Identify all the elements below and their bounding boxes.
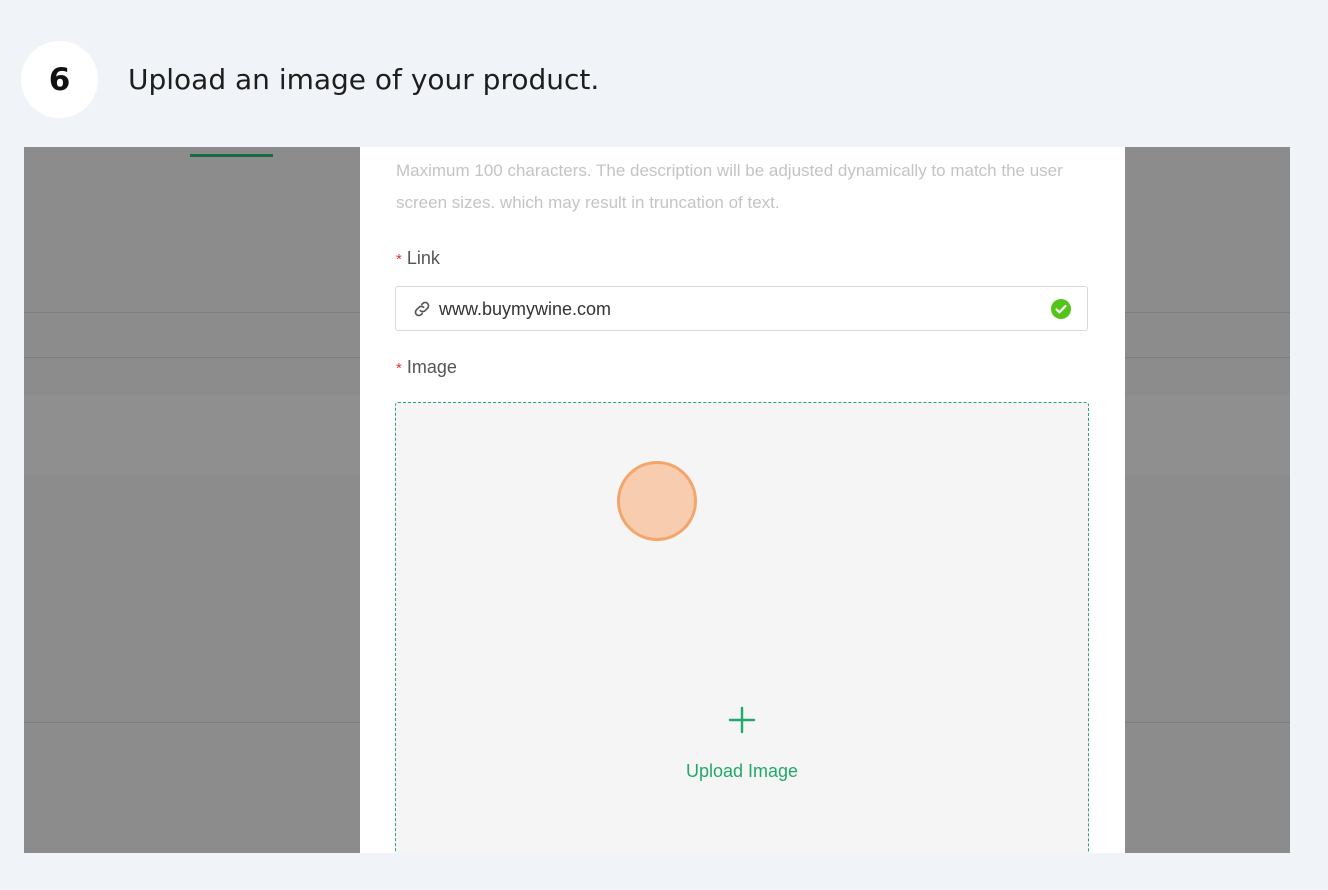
image-upload-dropzone[interactable]: Upload Image <box>395 402 1089 853</box>
background-row <box>24 395 360 475</box>
link-field-label: * Link <box>396 246 440 272</box>
step-number-badge: 6 <box>21 41 98 118</box>
step-title: Upload an image of your product. <box>128 63 600 96</box>
image-label-text: Image <box>406 357 457 377</box>
background-divider <box>1125 312 1290 313</box>
plus-icon <box>728 706 756 734</box>
image-field-label: * Image <box>396 355 457 381</box>
link-icon <box>414 301 430 317</box>
product-form-modal: Maximum 100 characters. The description … <box>360 147 1125 853</box>
upload-image-label[interactable]: Upload Image <box>396 759 1088 783</box>
step-card: 6 Upload an image of your product. Maxim… <box>0 0 1328 890</box>
link-input-value: www.buymywine.com <box>439 299 612 319</box>
required-mark: * <box>396 251 402 268</box>
required-mark: * <box>396 360 402 377</box>
background-divider <box>24 722 360 723</box>
background-divider <box>1125 357 1290 358</box>
description-helper-text: Maximum 100 characters. The description … <box>396 161 1063 212</box>
link-label-text: Link <box>406 248 440 268</box>
step-number: 6 <box>48 61 71 98</box>
background-divider <box>1125 722 1290 723</box>
background-row <box>1125 395 1290 475</box>
background-active-tab-indicator <box>190 154 273 157</box>
background-divider <box>24 357 360 358</box>
check-circle-icon <box>1051 299 1071 319</box>
background-divider <box>24 312 360 313</box>
link-input[interactable]: www.buymywine.com <box>395 286 1088 331</box>
click-indicator <box>617 461 697 541</box>
